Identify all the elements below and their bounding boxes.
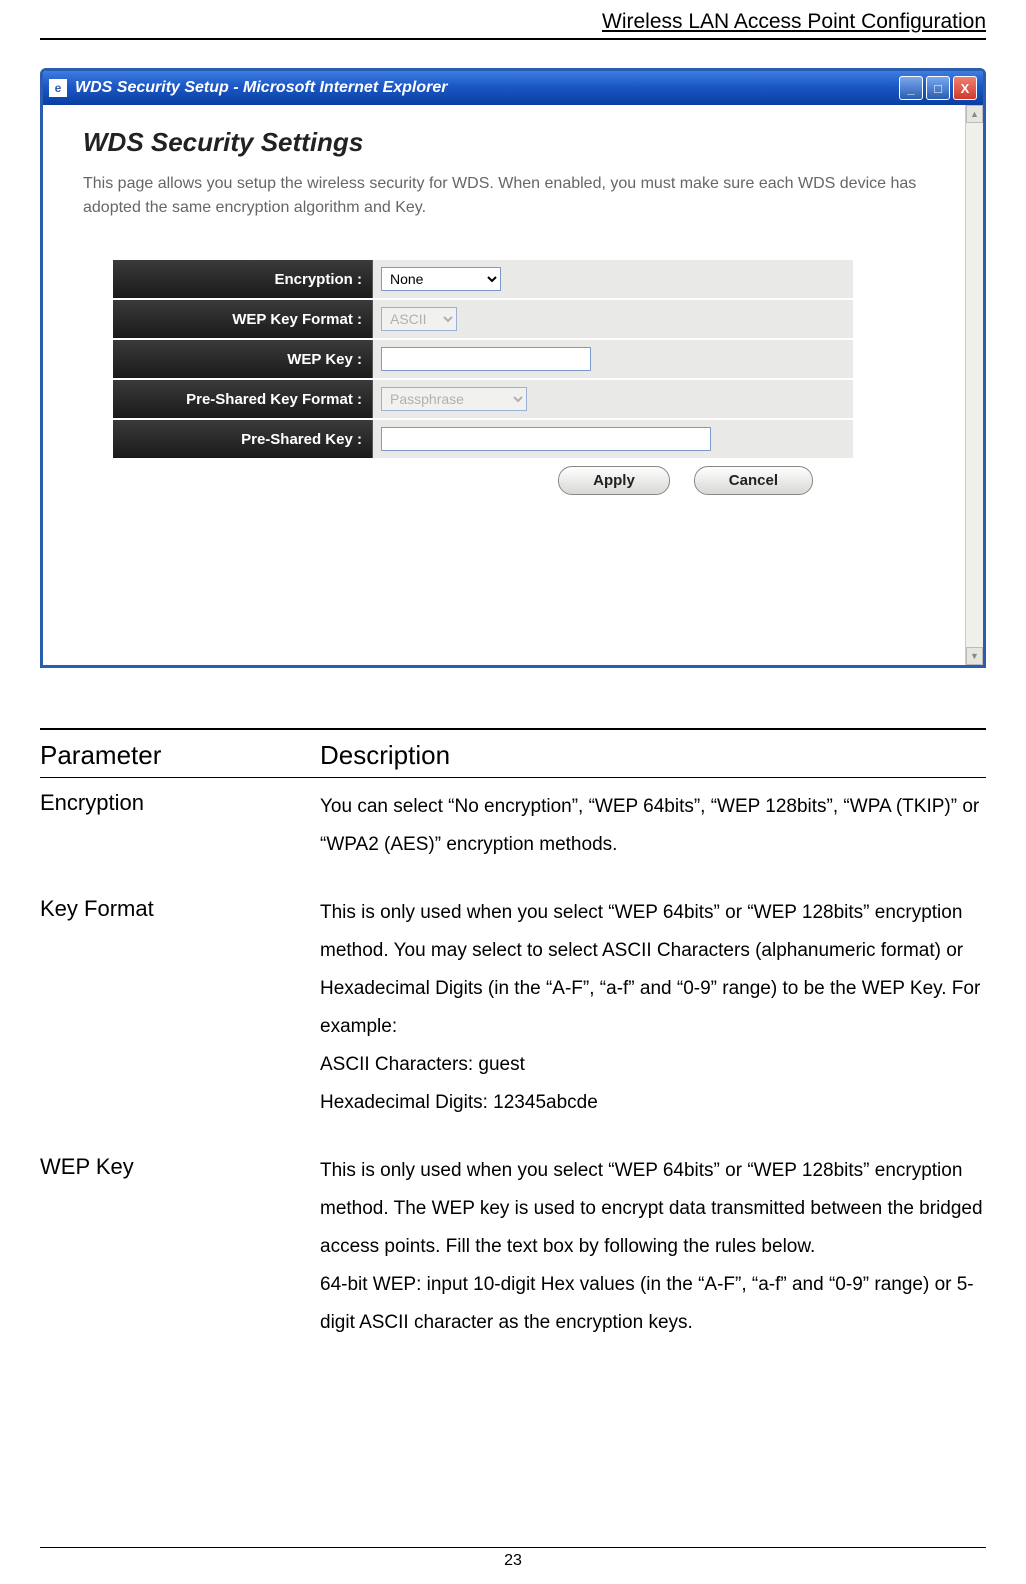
document-header: Wireless LAN Access Point Configuration	[40, 0, 986, 40]
page-heading: WDS Security Settings	[83, 127, 937, 158]
desc-text: This is only used when you select “WEP 6…	[320, 1152, 986, 1342]
encryption-row: Encryption : None	[113, 260, 853, 298]
col-header-description: Description	[320, 740, 986, 771]
settings-form: Encryption : None WEP Key Format : ASCII	[113, 260, 853, 495]
col-header-parameter: Parameter	[40, 740, 320, 771]
wep-key-control	[373, 340, 853, 378]
encryption-control: None	[373, 260, 853, 298]
description-section: Parameter Description Encryption You can…	[40, 728, 986, 1342]
psk-row: Pre-Shared Key :	[113, 420, 853, 458]
wep-format-row: WEP Key Format : ASCII	[113, 300, 853, 338]
desc-text: This is only used when you select “WEP 6…	[320, 894, 986, 1122]
maximize-button[interactable]: □	[926, 76, 950, 100]
psk-format-row: Pre-Shared Key Format : Passphrase	[113, 380, 853, 418]
wep-format-control: ASCII	[373, 300, 853, 338]
button-row: Apply Cancel	[113, 466, 853, 495]
psk-control	[373, 420, 853, 458]
minimize-button[interactable]: _	[899, 76, 923, 100]
scroll-down-icon[interactable]: ▼	[966, 647, 983, 665]
encryption-label: Encryption :	[113, 260, 373, 298]
wep-key-label: WEP Key :	[113, 340, 373, 378]
desc-param: Encryption	[40, 788, 320, 864]
psk-input[interactable]	[381, 427, 711, 451]
close-button[interactable]: X	[953, 76, 977, 100]
scroll-up-icon[interactable]: ▲	[966, 105, 983, 123]
window-titlebar: e WDS Security Setup - Microsoft Interne…	[43, 71, 983, 105]
desc-row-keyformat: Key Format This is only used when you se…	[40, 894, 986, 1122]
psk-label: Pre-Shared Key :	[113, 420, 373, 458]
desc-text: You can select “No encryption”, “WEP 64b…	[320, 788, 986, 864]
desc-row-wepkey: WEP Key This is only used when you selec…	[40, 1152, 986, 1342]
page-favicon-icon: e	[49, 79, 67, 97]
wep-key-row: WEP Key :	[113, 340, 853, 378]
wep-format-label: WEP Key Format :	[113, 300, 373, 338]
desc-param: Key Format	[40, 894, 320, 1122]
page-intro-text: This page allows you setup the wireless …	[83, 172, 937, 220]
vertical-scrollbar[interactable]: ▲ ▼	[965, 105, 983, 665]
psk-format-select[interactable]: Passphrase	[381, 387, 527, 411]
inner-page: WDS Security Settings This page allows y…	[43, 105, 965, 665]
psk-format-control: Passphrase	[373, 380, 853, 418]
wep-format-select[interactable]: ASCII	[381, 307, 457, 331]
window-title: WDS Security Setup - Microsoft Internet …	[75, 79, 448, 97]
browser-window: e WDS Security Setup - Microsoft Interne…	[40, 68, 986, 668]
page-number: 23	[40, 1547, 986, 1570]
cancel-button[interactable]: Cancel	[694, 466, 813, 495]
encryption-select[interactable]: None	[381, 267, 501, 291]
desc-row-encryption: Encryption You can select “No encryption…	[40, 788, 986, 864]
desc-param: WEP Key	[40, 1152, 320, 1342]
apply-button[interactable]: Apply	[558, 466, 670, 495]
browser-content: WDS Security Settings This page allows y…	[43, 105, 983, 665]
wep-key-input[interactable]	[381, 347, 591, 371]
psk-format-label: Pre-Shared Key Format :	[113, 380, 373, 418]
window-controls: _ □ X	[899, 76, 977, 100]
description-header: Parameter Description	[40, 738, 986, 777]
